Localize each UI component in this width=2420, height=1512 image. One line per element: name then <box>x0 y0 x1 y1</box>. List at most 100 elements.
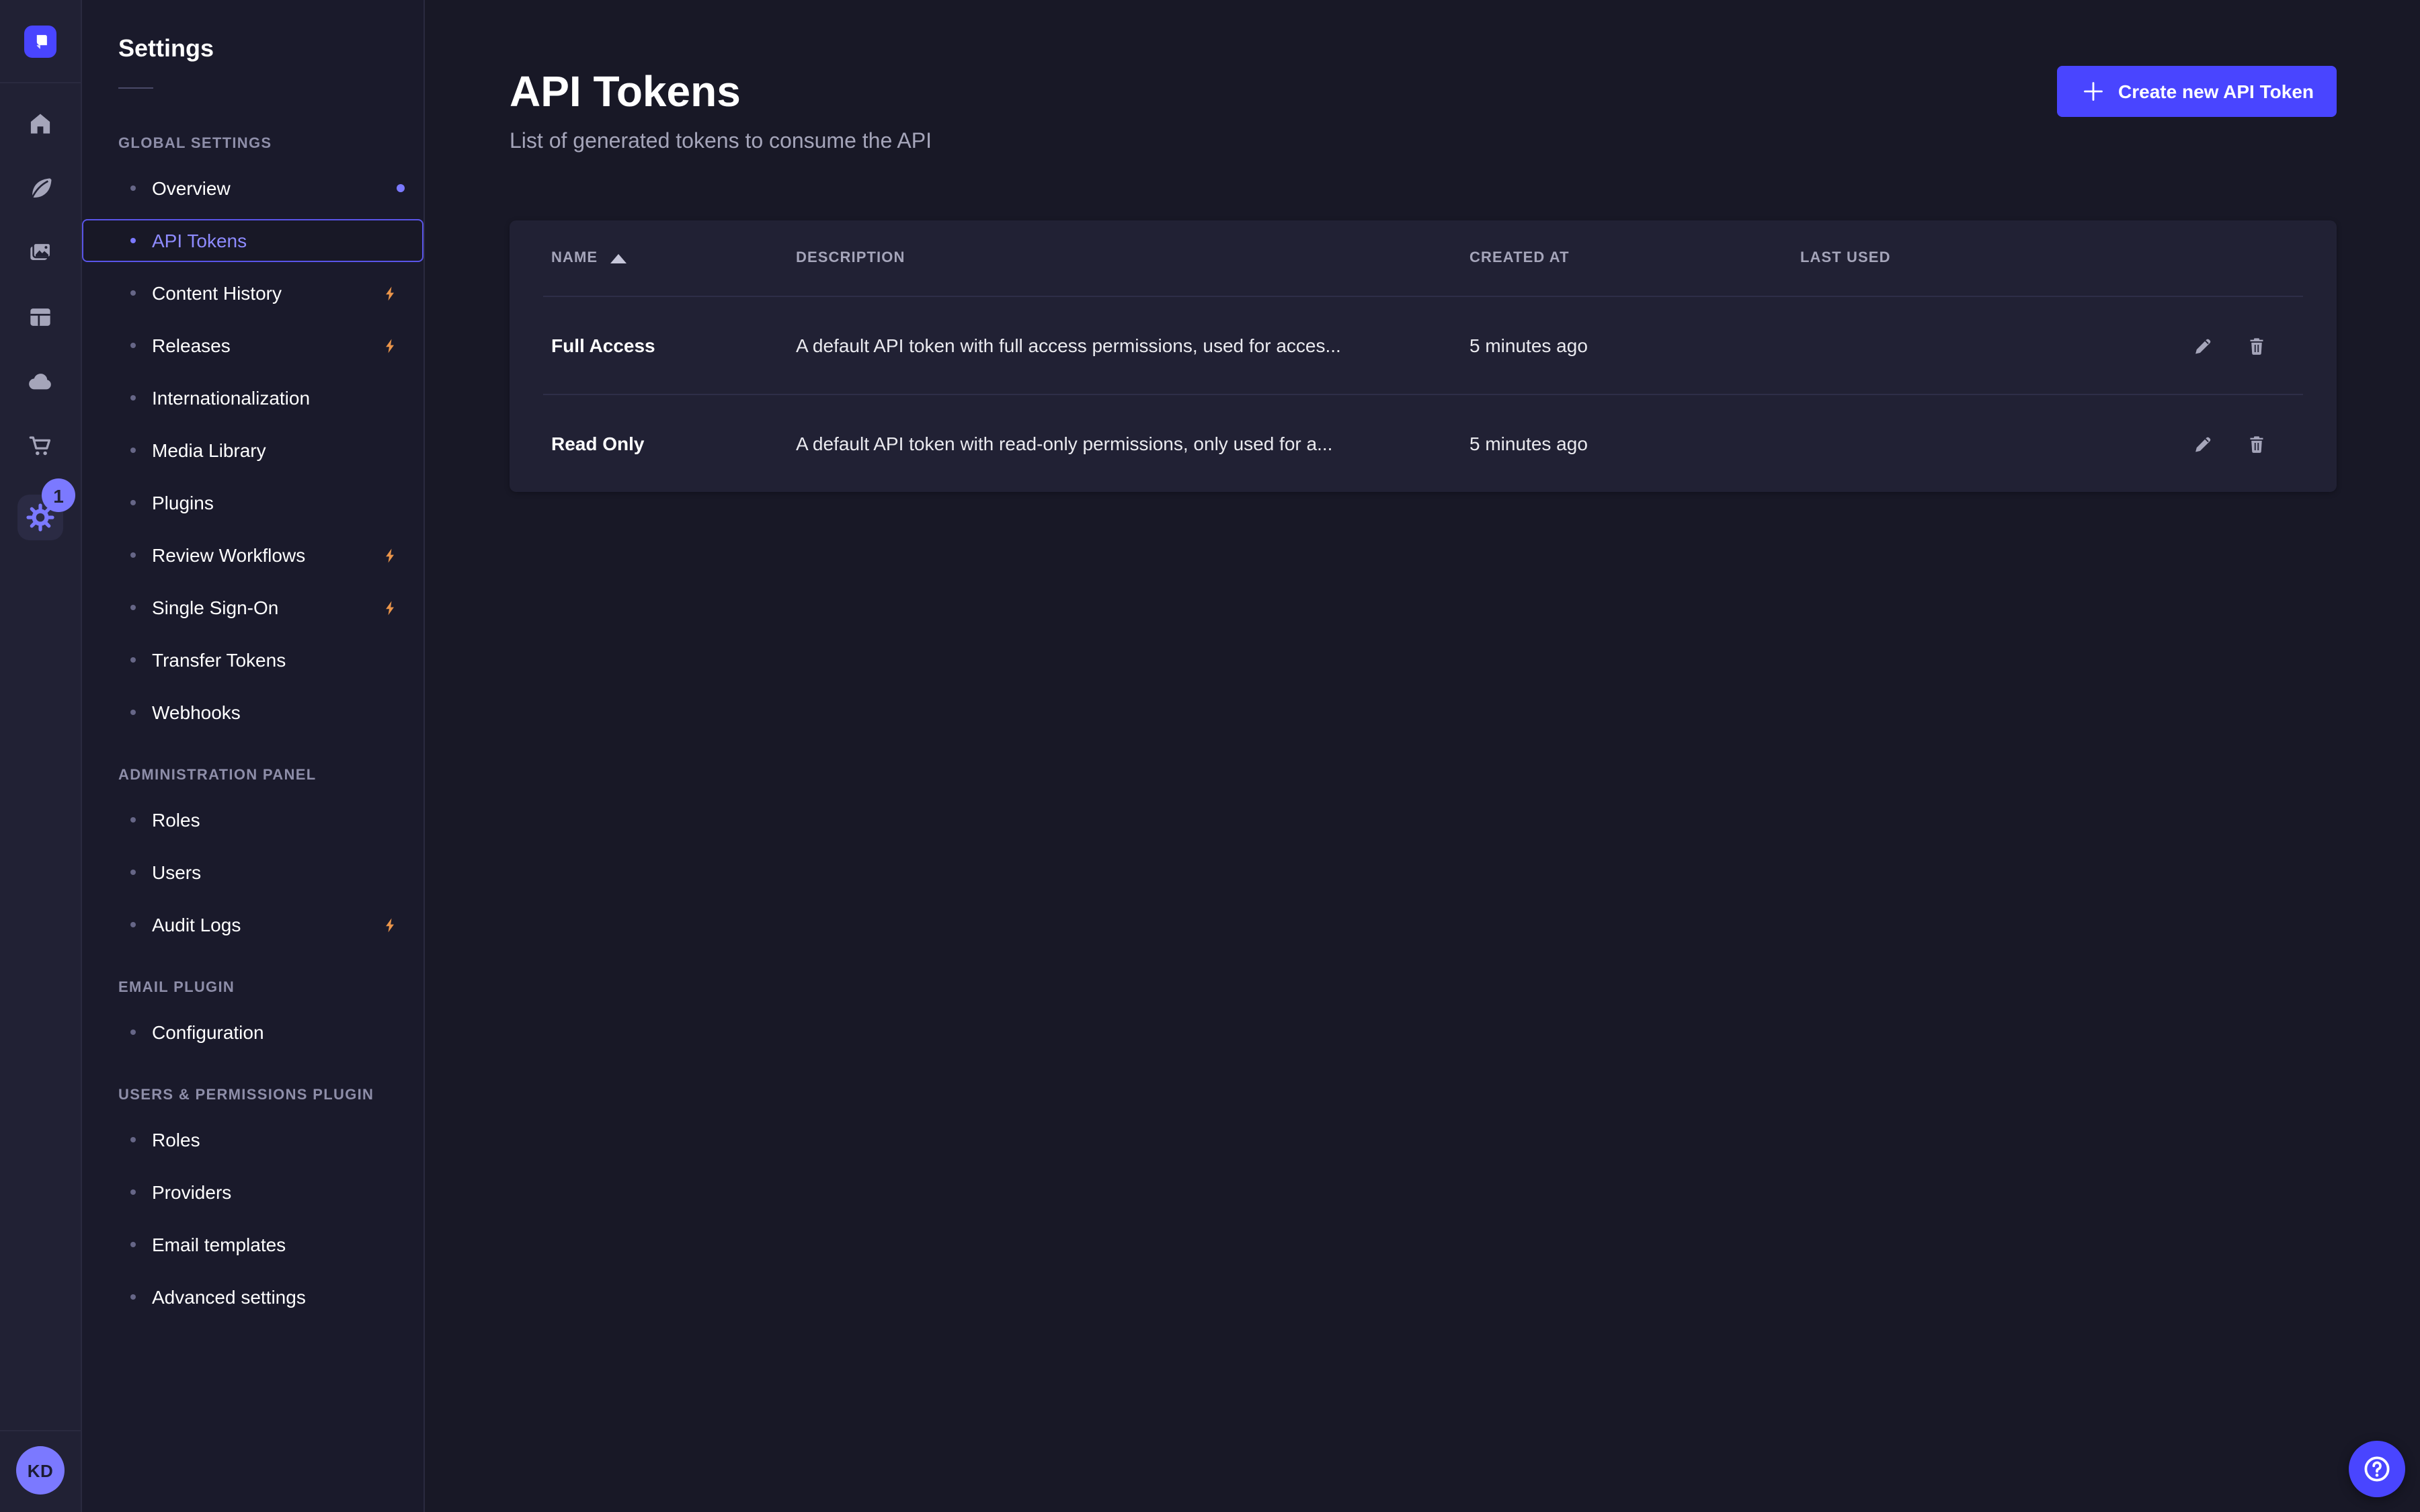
table-row-read-only[interactable]: Read Only A default API token with read-… <box>510 395 2337 492</box>
bullet-icon <box>130 395 136 401</box>
bullet-icon <box>130 922 136 927</box>
settings-notification-badge: 1 <box>42 478 75 512</box>
token-description: A default API token with full access per… <box>796 335 1469 356</box>
api-tokens-table: NAME DESCRIPTION CREATED AT LAST USED Fu… <box>510 220 2337 492</box>
row-actions <box>2100 324 2337 367</box>
trash-icon <box>2245 334 2267 357</box>
bullet-icon <box>130 500 136 505</box>
table-row-full-access[interactable]: Full Access A default API token with ful… <box>510 297 2337 394</box>
main-nav-rail: 1 KD <box>0 0 82 1512</box>
sidebar-item-admin-users[interactable]: Users <box>82 851 424 894</box>
question-circle-icon <box>2361 1453 2393 1485</box>
subnav-title: Settings <box>118 32 424 65</box>
sidebar-item-api-tokens[interactable]: API Tokens <box>82 219 424 262</box>
section-label-administration-panel: ADMINISTRATION PANEL <box>118 766 424 785</box>
pencil-icon <box>2191 334 2214 357</box>
bullet-icon <box>130 870 136 875</box>
layout-icon <box>26 302 55 332</box>
bullet-icon <box>130 448 136 453</box>
bullet-icon <box>130 605 136 610</box>
bullet-icon <box>130 657 136 663</box>
token-description: A default API token with read-only permi… <box>796 433 1469 454</box>
home-icon <box>26 109 55 138</box>
trash-icon <box>2245 432 2267 455</box>
lightning-icon <box>382 916 399 933</box>
bullet-icon <box>130 1242 136 1247</box>
nav-media-library-button[interactable] <box>19 231 62 274</box>
sidebar-item-admin-roles[interactable]: Roles <box>82 798 424 841</box>
sidebar-item-email-configuration[interactable]: Configuration <box>82 1011 424 1054</box>
section-label-email-plugin: EMAIL PLUGIN <box>118 978 424 997</box>
sidebar-item-up-email-templates[interactable]: Email templates <box>82 1223 424 1266</box>
settings-subnav: Settings GLOBAL SETTINGS Overview API To… <box>82 0 425 1512</box>
token-created-at: 5 minutes ago <box>1469 335 1800 356</box>
sidebar-item-up-advanced-settings[interactable]: Advanced settings <box>82 1275 424 1318</box>
column-header-created-at: CREATED AT <box>1469 250 1800 266</box>
sidebar-item-single-sign-on[interactable]: Single Sign-On <box>82 586 424 629</box>
column-header-name[interactable]: NAME <box>551 250 796 266</box>
lightning-icon <box>382 546 399 564</box>
sidebar-item-internationalization[interactable]: Internationalization <box>82 376 424 419</box>
row-actions <box>2100 422 2337 465</box>
sidebar-item-transfer-tokens[interactable]: Transfer Tokens <box>82 638 424 681</box>
divider <box>0 1430 81 1431</box>
bullet-icon <box>130 185 136 191</box>
pencil-icon <box>2191 432 2214 455</box>
plus-icon <box>2079 78 2106 105</box>
edit-token-button[interactable] <box>2181 422 2224 465</box>
section-label-users-permissions-plugin: USERS & PERMISSIONS PLUGIN <box>118 1086 424 1105</box>
nav-content-type-builder-button[interactable] <box>19 296 62 339</box>
images-icon <box>26 238 55 267</box>
create-api-token-button[interactable]: Create new API Token <box>2056 66 2337 117</box>
edit-token-button[interactable] <box>2181 324 2224 367</box>
token-name: Read Only <box>551 433 796 454</box>
nav-deployments-button[interactable] <box>19 360 62 403</box>
user-avatar[interactable]: KD <box>16 1446 65 1495</box>
strapi-logo[interactable] <box>24 26 56 58</box>
sidebar-item-content-history[interactable]: Content History <box>82 271 424 314</box>
token-name: Full Access <box>551 335 796 356</box>
sidebar-item-media-library[interactable]: Media Library <box>82 429 424 472</box>
sidebar-item-overview[interactable]: Overview <box>82 167 424 210</box>
bullet-icon <box>130 238 136 243</box>
sidebar-item-webhooks[interactable]: Webhooks <box>82 691 424 734</box>
lightning-icon <box>382 337 399 354</box>
divider <box>0 82 81 83</box>
sidebar-item-review-workflows[interactable]: Review Workflows <box>82 534 424 577</box>
lightning-icon <box>382 284 399 302</box>
sort-ascending-icon <box>610 253 626 263</box>
feather-pen-icon <box>26 173 55 203</box>
delete-token-button[interactable] <box>2234 324 2277 367</box>
cloud-icon <box>26 367 55 396</box>
nav-content-manager-button[interactable] <box>19 167 62 210</box>
sidebar-item-audit-logs[interactable]: Audit Logs <box>82 903 424 946</box>
bullet-icon <box>130 343 136 348</box>
sidebar-item-up-roles[interactable]: Roles <box>82 1118 424 1161</box>
bullet-icon <box>130 817 136 823</box>
delete-token-button[interactable] <box>2234 422 2277 465</box>
bullet-icon <box>130 290 136 296</box>
main-content: API Tokens List of generated tokens to c… <box>425 0 2420 1512</box>
rail-bottom: KD <box>0 1430 81 1512</box>
cart-icon <box>26 431 55 461</box>
bullet-icon <box>130 1294 136 1300</box>
sidebar-item-releases[interactable]: Releases <box>82 324 424 367</box>
column-header-description: DESCRIPTION <box>796 250 1469 266</box>
strapi-logo-icon <box>30 31 51 52</box>
bullet-icon <box>130 552 136 558</box>
bullet-icon <box>130 1189 136 1195</box>
sidebar-item-plugins[interactable]: Plugins <box>82 481 424 524</box>
nav-marketplace-button[interactable] <box>19 425 62 468</box>
bullet-icon <box>130 1137 136 1142</box>
page-subtitle: List of generated tokens to consume the … <box>510 126 2337 159</box>
table-header-row: NAME DESCRIPTION CREATED AT LAST USED <box>510 220 2337 296</box>
nav-settings-button[interactable]: 1 <box>17 495 63 540</box>
bullet-icon <box>130 710 136 715</box>
sidebar-item-up-providers[interactable]: Providers <box>82 1171 424 1214</box>
section-label-global-settings: GLOBAL SETTINGS <box>118 134 424 153</box>
notification-dot-icon <box>397 184 405 192</box>
lightning-icon <box>382 599 399 616</box>
help-button[interactable] <box>2349 1441 2405 1497</box>
column-header-last-used: LAST USED <box>1800 250 2100 266</box>
nav-home-button[interactable] <box>19 102 62 145</box>
